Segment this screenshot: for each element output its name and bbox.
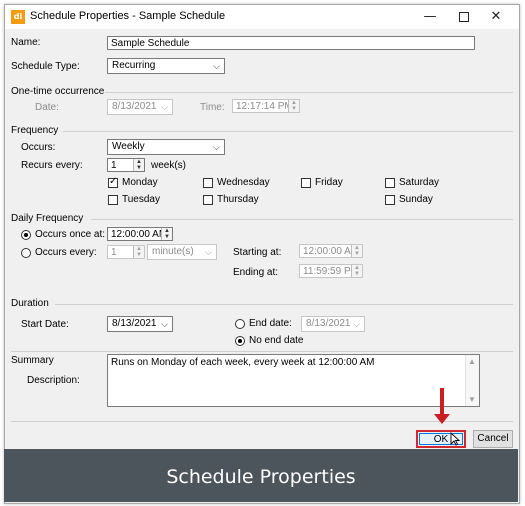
occurs-once-radio[interactable] <box>21 230 31 240</box>
occurs-once-time-value: 12:00:00 AM <box>111 229 168 240</box>
occurs-every-value: 1 <box>111 247 117 258</box>
frequency-group-label: Frequency <box>11 125 59 136</box>
ending-at-label: Ending at: <box>233 267 279 278</box>
app-icon: di <box>11 10 25 24</box>
ending-spinner[interactable]: ▲ ▼ <box>351 265 362 277</box>
saturday-checkbox[interactable] <box>385 178 395 188</box>
occurs-every-radio[interactable] <box>21 248 31 258</box>
description-value: Runs on Monday of each week, every week … <box>111 357 375 368</box>
recurs-unit-label: week(s) <box>151 160 187 171</box>
no-end-date-radio[interactable] <box>235 336 245 346</box>
cancel-button[interactable]: Cancel <box>473 430 513 448</box>
recurs-every-label: Recurs every: <box>21 160 83 171</box>
one-time-time-input[interactable]: 12:17:14 PM ▲ ▼ <box>232 99 300 113</box>
description-scrollbar[interactable]: ▲ ▼ <box>465 355 479 406</box>
friday-label: Friday <box>315 177 343 188</box>
recurs-every-stepper[interactable]: 1 ▲ ▼ <box>107 158 145 172</box>
chevron-down-icon: ⌵ <box>161 319 168 329</box>
tuesday-label: Tuesday <box>122 194 160 205</box>
name-label: Name: <box>11 37 41 48</box>
one-time-time-value: 12:17:14 PM <box>236 101 293 112</box>
scroll-up-icon[interactable]: ▲ <box>468 357 476 366</box>
occurs-every-unit-value: minute(s) <box>152 246 194 257</box>
thursday-checkbox[interactable] <box>203 195 213 205</box>
start-date-picker[interactable]: 8/13/2021 ⌵ <box>107 316 173 332</box>
start-date-label: Start Date: <box>21 319 69 330</box>
occurs-label: Occurs: <box>21 142 56 153</box>
minimize-button[interactable]: — <box>415 7 445 27</box>
end-date-picker[interactable]: 8/13/2021 ⌵ <box>301 316 365 332</box>
window-title: Schedule Properties - Sample Schedule <box>30 10 226 22</box>
monday-checkbox[interactable] <box>108 176 118 188</box>
end-date-value: 8/13/2021 <box>306 318 351 329</box>
ending-at-input[interactable]: 11:59:59 PM ▲ ▼ <box>299 264 363 278</box>
wednesday-label: Wednesday <box>217 177 270 188</box>
recurs-every-value: 1 <box>111 160 117 171</box>
end-date-radio[interactable] <box>235 319 245 329</box>
sunday-checkbox[interactable] <box>385 195 395 205</box>
starting-spinner[interactable]: ▲ ▼ <box>351 245 362 257</box>
chevron-down-icon: ⌵ <box>213 61 220 71</box>
one-time-date-picker[interactable]: 8/13/2021 ⌵ <box>107 99 173 115</box>
occurs-every-unit-select[interactable]: minute(s) ⌵ <box>147 244 217 260</box>
monday-label: Monday <box>122 177 158 188</box>
title-bar: di Schedule Properties - Sample Schedule… <box>5 5 519 29</box>
daily-frequency-group-label: Daily Frequency <box>11 213 84 224</box>
starting-at-input[interactable]: 12:00:00 AM ▲ ▼ <box>299 244 363 258</box>
summary-group-label: Summary <box>11 355 54 366</box>
mouse-cursor-icon <box>450 432 460 446</box>
one-time-divider <box>105 92 513 93</box>
one-time-date-value: 8/13/2021 <box>112 101 157 112</box>
occurs-every-label: Occurs every: <box>35 247 97 258</box>
screenshot-stage: di Schedule Properties - Sample Schedule… <box>0 0 525 506</box>
starting-at-label: Starting at: <box>233 247 282 258</box>
thursday-label: Thursday <box>217 194 259 205</box>
schedule-properties-dialog: di Schedule Properties - Sample Schedule… <box>4 4 520 504</box>
time-spinner[interactable]: ▲ ▼ <box>288 100 299 112</box>
name-input[interactable]: Sample Schedule <box>107 36 475 50</box>
sunday-label: Sunday <box>399 194 433 205</box>
tuesday-checkbox[interactable] <box>108 195 118 205</box>
one-time-group-label: One-time occurrence <box>11 86 105 97</box>
every-spinner[interactable]: ▲ ▼ <box>133 246 144 258</box>
chevron-down-icon: ⌵ <box>161 102 168 112</box>
chevron-down-icon: ⌵ <box>353 319 360 329</box>
schedule-type-value: Recurring <box>112 60 156 71</box>
description-label: Description: <box>27 375 80 386</box>
occurs-every-stepper[interactable]: 1 ▲ ▼ <box>107 245 145 259</box>
occurs-value: Weekly <box>112 141 145 152</box>
friday-checkbox[interactable] <box>301 178 311 188</box>
once-time-spinner[interactable]: ▲ ▼ <box>161 228 172 240</box>
maximize-button[interactable] <box>449 7 479 27</box>
frequency-divider <box>63 131 513 132</box>
no-end-date-label: No end date <box>249 335 304 346</box>
wednesday-checkbox[interactable] <box>203 178 213 188</box>
schedule-type-label: Schedule Type: <box>11 61 80 72</box>
description-textarea[interactable]: Runs on Monday of each week, every week … <box>107 354 480 407</box>
duration-divider <box>55 304 513 305</box>
occurs-once-label: Occurs once at: <box>35 229 106 240</box>
end-date-label: End date: <box>249 318 292 329</box>
daily-frequency-divider <box>91 219 513 220</box>
summary-top-divider <box>11 351 513 352</box>
occurs-once-time-input[interactable]: 12:00:00 AM ▲ ▼ <box>107 227 173 241</box>
duration-group-label: Duration <box>11 298 49 309</box>
caption-banner: Schedule Properties <box>4 449 518 502</box>
saturday-label: Saturday <box>399 177 440 188</box>
annotation-arrow-head <box>434 414 450 424</box>
time-label: Time: <box>200 102 225 113</box>
close-button[interactable]: ✕ <box>481 7 511 27</box>
recurs-spinner[interactable]: ▲ ▼ <box>133 159 144 171</box>
occurs-select[interactable]: Weekly ⌵ <box>107 139 225 155</box>
maximize-icon <box>459 12 469 22</box>
start-date-value: 8/13/2021 <box>112 318 157 329</box>
schedule-type-select[interactable]: Recurring ⌵ <box>107 58 225 74</box>
chevron-down-icon: ⌵ <box>213 142 220 152</box>
date-label: Date: <box>35 102 59 113</box>
chevron-down-icon: ⌵ <box>205 247 212 257</box>
scroll-down-icon[interactable]: ▼ <box>468 395 476 404</box>
